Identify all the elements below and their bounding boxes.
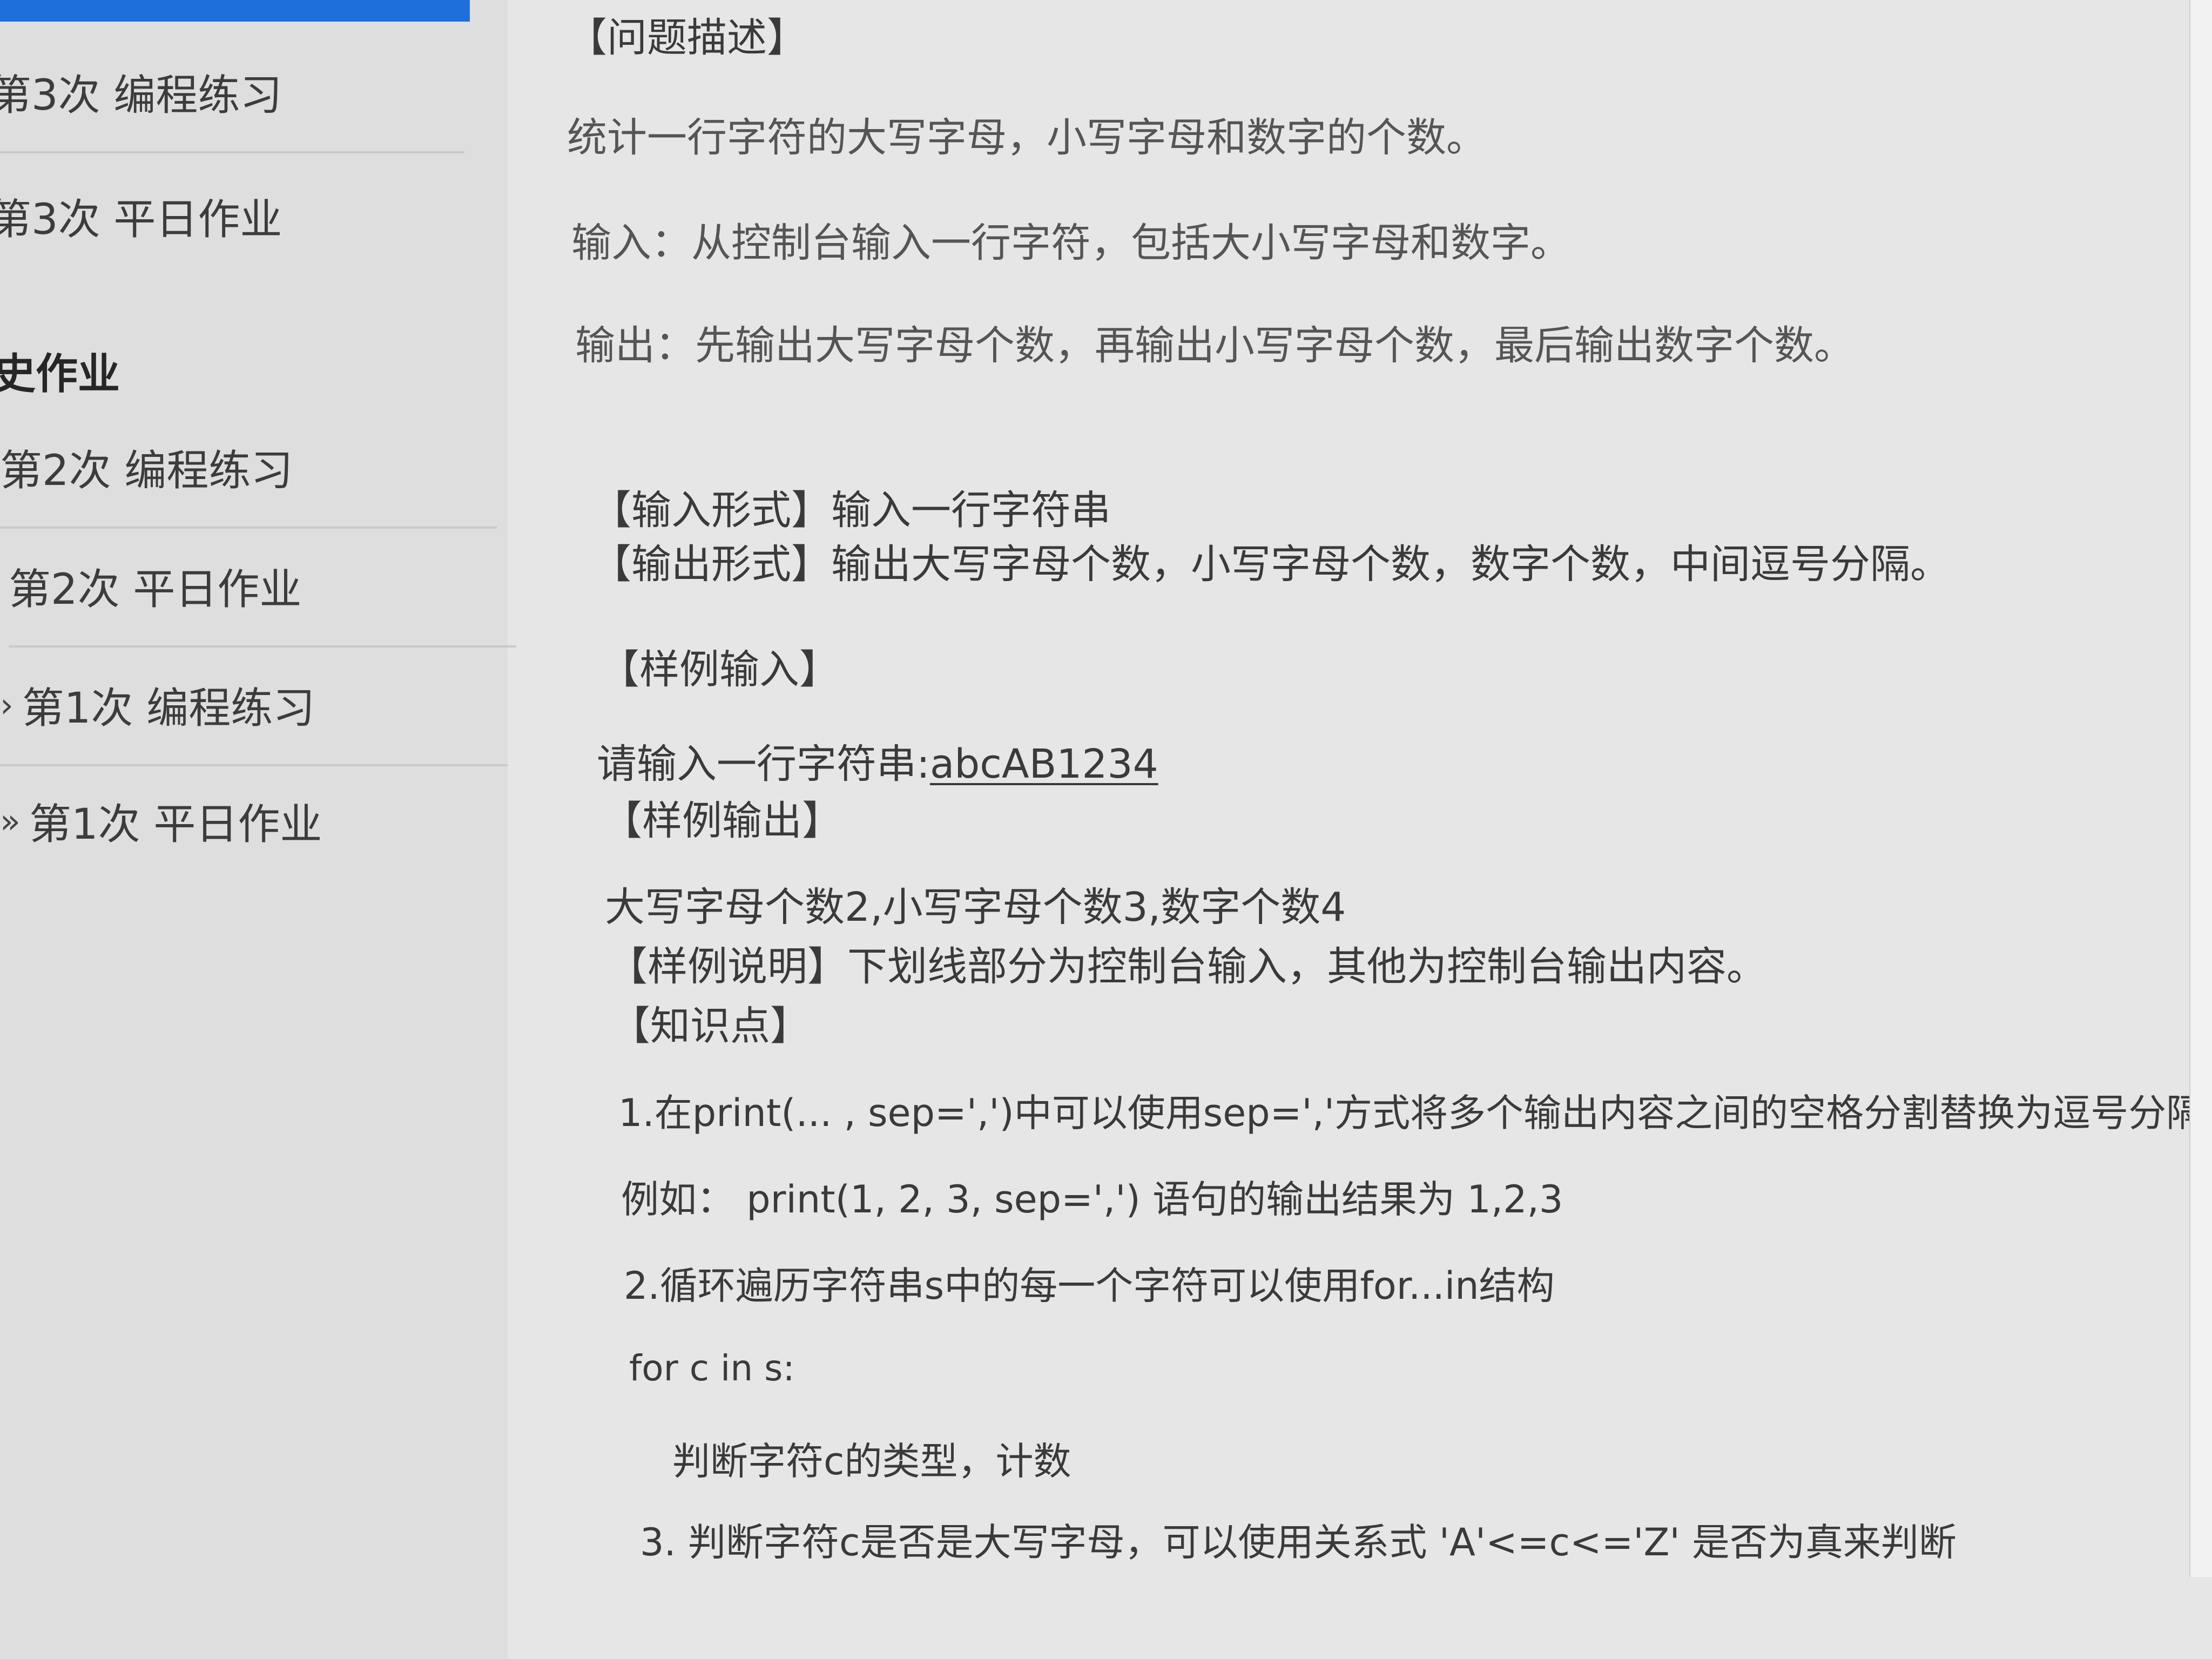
knowledge-point-3: 3. 判断字符c是否是大写字母，可以使用关系式 'A'<=c<='Z' 是否为真… bbox=[640, 1520, 1957, 1564]
problem-heading: 【问题描述】 bbox=[567, 15, 807, 61]
input-description: 输入：从控制台输入一行字符，包括大小写字母和数字。 bbox=[571, 220, 1570, 266]
sidebar-item-homework-2[interactable]: 第2次 平日作业 bbox=[9, 527, 516, 648]
code-for-loop: for c in s: bbox=[629, 1347, 795, 1389]
sample-output-heading: 【样例输出】 bbox=[602, 798, 842, 844]
sidebar-item-label: 第3次 编程练习 bbox=[0, 71, 282, 120]
knowledge-example: 例如： print(1, 2, 3, sep=',') 语句的输出结果为 1,2… bbox=[621, 1177, 1563, 1222]
sidebar-item-label: 第3次 平日作业 bbox=[0, 195, 282, 244]
input-format: 【输入形式】输入一行字符串 bbox=[591, 487, 1111, 534]
chevron-right-icon: › bbox=[0, 685, 14, 725]
sidebar-item-practice-2[interactable]: 第2次 编程练习 bbox=[0, 408, 497, 529]
sidebar-item-label: 第2次 编程练习 bbox=[0, 447, 293, 495]
output-description: 输出：先输出大写字母个数，再输出小写字母个数，最后输出数字个数。 bbox=[575, 322, 1854, 369]
sidebar-section-history: 历史作业 bbox=[0, 350, 120, 399]
sample-output: 大写字母个数2,小写字母个数3,数字个数4 bbox=[605, 884, 1346, 930]
problem-description: 统计一行字符的大写字母，小写字母和数字的个数。 bbox=[567, 114, 1486, 161]
sidebar-item-label: 第1次 编程练习 bbox=[22, 684, 315, 733]
sample-input-value: abcAB1234 bbox=[929, 741, 1158, 787]
sidebar-item-homework-1[interactable]: » 第1次 平日作业 bbox=[0, 761, 508, 880]
double-chevron-right-icon: » bbox=[0, 801, 21, 841]
sample-input-heading: 【样例输入】 bbox=[599, 646, 839, 693]
knowledge-point-2: 2.循环遍历字符串s中的每一个字符可以使用for...in结构 bbox=[624, 1264, 1555, 1308]
sidebar-item-practice-1[interactable]: › 第1次 编程练习 bbox=[0, 645, 508, 766]
sample-input-prompt: 请输入一行字符串: bbox=[597, 741, 930, 787]
sidebar-item-label: 第1次 平日作业 bbox=[29, 800, 322, 849]
code-loop-body: 判断字符c的类型，计数 bbox=[672, 1439, 1071, 1483]
sidebar-item-homework-3[interactable]: 第3次 平日作业 bbox=[0, 157, 475, 275]
vertical-scrollbar[interactable] bbox=[2189, 0, 2212, 1577]
sidebar: 第3次 编程练习 第3次 平日作业 历史作业 第2次 编程练习 第2次 平日作业… bbox=[0, 0, 516, 1659]
output-format: 【输出形式】输出大写字母个数，小写字母个数，数字个数，中间逗号分隔。 bbox=[591, 541, 1950, 588]
knowledge-heading: 【知识点】 bbox=[610, 1003, 810, 1049]
knowledge-point-1: 1.在print(... , sep=',')中可以使用sep=','方式将多个… bbox=[618, 1091, 2212, 1135]
sidebar-item-practice-3[interactable]: 第3次 编程练习 bbox=[0, 32, 464, 153]
sidebar-item-label: 第2次 平日作业 bbox=[9, 565, 302, 614]
problem-content: 【问题描述】 统计一行字符的大写字母，小写字母和数字的个数。 输入：从控制台输入… bbox=[556, 0, 2212, 1659]
sample-input-line: 请输入一行字符串:abcAB1234 bbox=[597, 732, 1158, 790]
sidebar-active-highlight bbox=[0, 0, 470, 22]
sample-note: 【样例说明】下划线部分为控制台输入，其他为控制台输出内容。 bbox=[608, 943, 1766, 990]
